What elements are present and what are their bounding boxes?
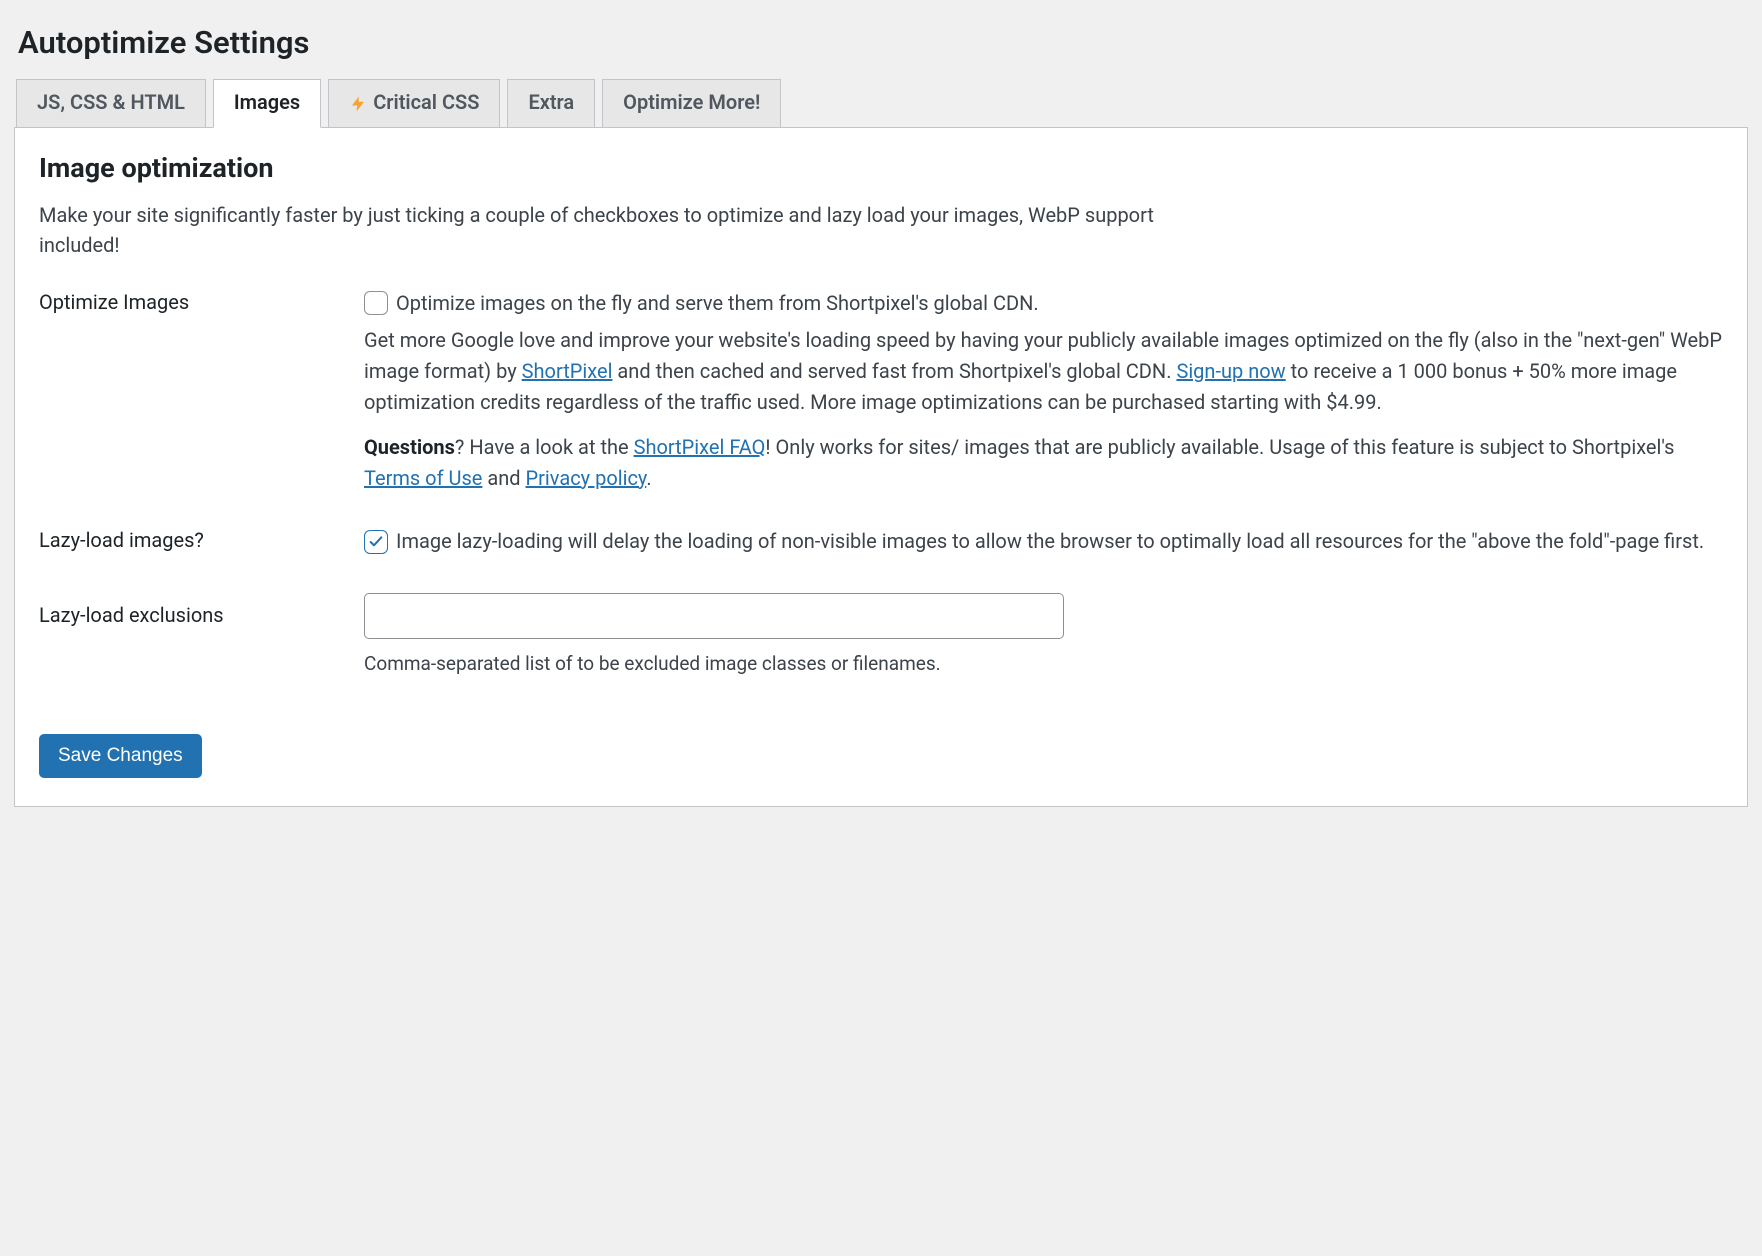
section-description: Make your site significantly faster by j… [39, 200, 1239, 260]
tab-js-css-html[interactable]: JS, CSS & HTML [16, 79, 206, 127]
optimize-images-checkbox[interactable] [364, 291, 388, 315]
exclusions-label: Lazy-load exclusions [39, 593, 364, 627]
terms-link[interactable]: Terms of Use [364, 466, 482, 490]
row-lazy-load-exclusions: Lazy-load exclusions Comma-separated lis… [39, 593, 1723, 678]
tabs: JS, CSS & HTML Images Critical CSS Extra… [16, 79, 1748, 127]
signup-link[interactable]: Sign-up now [1176, 359, 1285, 383]
settings-panel: Image optimization Make your site signif… [14, 127, 1748, 807]
lazy-load-checkbox-label: Image lazy-loading will delay the loadin… [396, 526, 1704, 557]
section-title: Image optimization [39, 152, 1723, 184]
optimize-images-desc-2: Questions? Have a look at the ShortPixel… [364, 432, 1723, 494]
row-lazy-load: Lazy-load images? Image lazy-loading wil… [39, 526, 1723, 561]
tab-critical-css-label: Critical CSS [373, 92, 479, 112]
optimize-images-label: Optimize Images [39, 288, 364, 314]
optimize-images-desc-1: Get more Google love and improve your we… [364, 325, 1723, 418]
privacy-link[interactable]: Privacy policy [526, 466, 647, 490]
save-button[interactable]: Save Changes [39, 734, 202, 778]
shortpixel-link[interactable]: ShortPixel [522, 359, 613, 383]
lazy-load-label: Lazy-load images? [39, 526, 364, 552]
row-optimize-images: Optimize Images Optimize images on the f… [39, 288, 1723, 494]
tab-critical-css[interactable]: Critical CSS [328, 79, 500, 127]
tab-extra[interactable]: Extra [507, 79, 595, 127]
exclusions-help: Comma-separated list of to be excluded i… [364, 649, 1723, 678]
optimize-images-checkbox-label: Optimize images on the fly and serve the… [396, 288, 1039, 319]
exclusions-input[interactable] [364, 593, 1064, 639]
page-title: Autoptimize Settings [18, 24, 1748, 61]
lightning-icon [349, 92, 367, 113]
check-icon [368, 534, 384, 550]
shortpixel-faq-link[interactable]: ShortPixel FAQ [634, 435, 766, 459]
tab-images[interactable]: Images [213, 79, 321, 128]
tab-optimize-more[interactable]: Optimize More! [602, 79, 781, 127]
lazy-load-checkbox[interactable] [364, 530, 388, 554]
